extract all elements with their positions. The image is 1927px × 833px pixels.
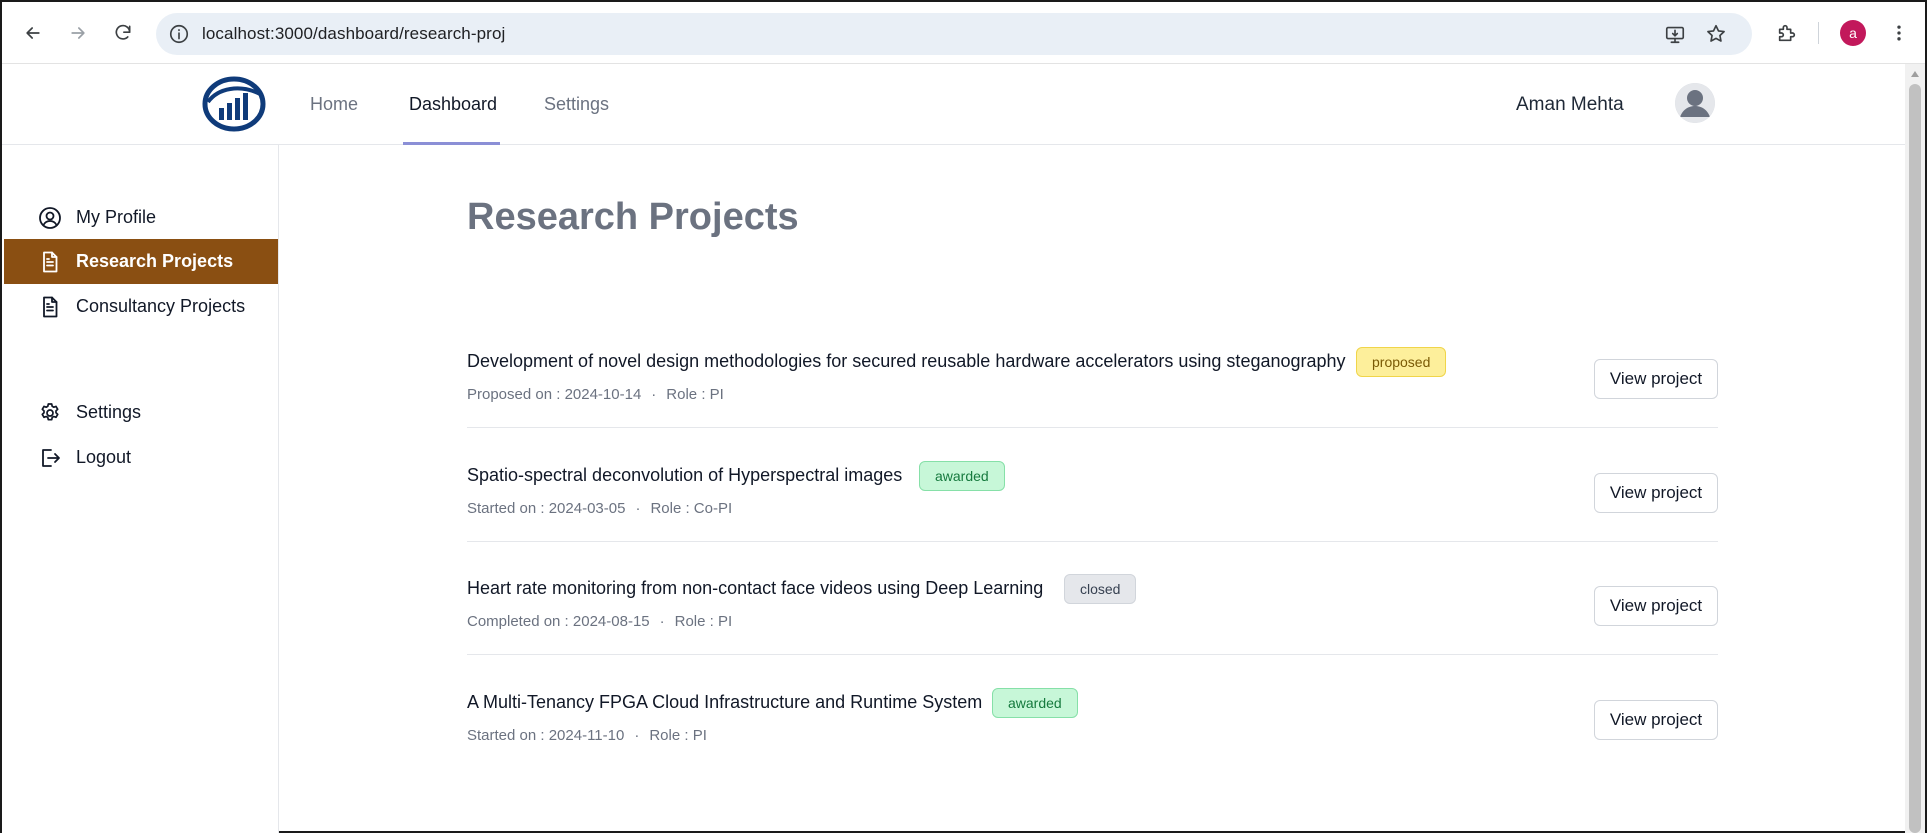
view-project-button[interactable]: View project [1594,586,1718,626]
project-row: Development of novel design methodologie… [467,314,1718,428]
main-content: Research Projects Development of novel d… [280,145,1905,833]
browser-menu-button[interactable] [1882,16,1916,50]
forward-button[interactable] [61,16,95,50]
url-text[interactable]: localhost:3000/dashboard/research-proj [202,24,505,44]
project-title: A Multi-Tenancy FPGA Cloud Infrastructur… [467,692,983,712]
view-project-button[interactable]: View project [1594,359,1718,399]
view-project-button[interactable]: View project [1594,700,1718,740]
sidebar-item-label: Research Projects [76,251,234,271]
address-bar[interactable]: localhost:3000/dashboard/research-proj [156,13,1752,55]
nav-home[interactable]: Home [310,94,358,115]
project-meta: Completed on : 2024-08-15 · Role : PI [467,613,732,630]
install-app-icon[interactable] [1664,23,1686,45]
back-button[interactable] [16,16,50,50]
project-date: Completed on : 2024-08-15 [467,613,650,630]
kebab-menu-icon [1897,25,1901,41]
project-date: Proposed on : 2024-10-14 [467,386,642,403]
project-role: Role : PI [674,613,733,630]
scroll-up-arrow-icon[interactable] [1909,68,1921,80]
project-title: Spatio-spectral deconvolution of Hypersp… [467,465,903,485]
status-badge: proposed [1356,347,1447,377]
meta-separator: · [659,613,665,630]
sidebar-item-label: Logout [76,447,132,467]
status-badge: awarded [992,688,1078,718]
arrow-right-icon [71,27,85,39]
logout-icon [38,446,62,470]
app-header: Home Dashboard Settings Aman Mehta [2,64,1905,145]
toolbar-divider [1818,22,1819,44]
project-role: Role : Co-PI [650,500,733,517]
sidebar-item-logout[interactable]: Logout [4,435,278,480]
sidebar-item-consultancy-projects[interactable]: Consultancy Projects [4,284,278,329]
project-role: Role : PI [649,727,707,744]
site-info-icon[interactable] [168,23,190,45]
avatar[interactable] [1675,83,1715,123]
browser-toolbar: localhost:3000/dashboard/research-proj a [2,2,1925,64]
document-icon [38,250,62,274]
project-role: Role : PI [666,386,724,403]
sidebar-item-label: My Profile [76,207,157,227]
project-date: Started on : 2024-11-10 [467,727,625,744]
sidebar: My Profile Research Projects Consultancy… [2,145,279,833]
username: Aman Mehta [1516,94,1624,115]
sidebar-item-my-profile[interactable]: My Profile [4,195,278,240]
page-scrollbar[interactable] [1905,64,1925,833]
page-title: Research Projects [467,196,799,238]
gear-icon [38,401,62,425]
nav-dashboard[interactable]: Dashboard [409,94,497,115]
sidebar-item-label: Settings [76,402,142,422]
project-row: A Multi-Tenancy FPGA Cloud Infrastructur… [467,655,1718,769]
reload-button[interactable] [106,16,140,50]
extensions-button[interactable] [1770,16,1804,50]
nav-settings[interactable]: Settings [544,94,609,115]
sidebar-item-settings[interactable]: Settings [4,390,278,435]
profile-avatar: a [1840,20,1866,46]
project-date: Started on : 2024-03-05 [467,500,626,517]
document-icon [38,295,62,319]
project-meta: Started on : 2024-03-05 · Role : Co-PI [467,500,732,517]
puzzle-icon [1778,24,1796,42]
logo-icon[interactable] [202,76,266,132]
user-avatar-icon [1675,83,1715,123]
project-meta: Proposed on : 2024-10-14 · Role : PI [467,386,724,403]
project-row: Heart rate monitoring from non-contact f… [467,541,1718,655]
reload-icon [115,24,131,40]
user-circle-icon [38,206,62,230]
project-row: Spatio-spectral deconvolution of Hypersp… [467,428,1718,542]
status-badge: closed [1064,574,1137,604]
bookmark-star-icon[interactable] [1705,23,1727,45]
profile-button[interactable]: a [1836,16,1870,50]
meta-separator: · [635,500,641,517]
project-title: Heart rate monitoring from non-contact f… [467,578,1044,598]
view-project-button[interactable]: View project [1594,473,1718,513]
project-meta: Started on : 2024-11-10 · Role : PI [467,727,707,744]
meta-separator: · [651,386,657,403]
arrow-left-icon [26,27,40,39]
status-badge: awarded [919,461,1005,491]
scrollbar-thumb[interactable] [1909,84,1921,833]
project-title: Development of novel design methodologie… [467,351,1346,371]
meta-separator: · [634,727,640,744]
sidebar-item-research-projects[interactable]: Research Projects [4,239,278,284]
sidebar-item-label: Consultancy Projects [76,296,246,316]
